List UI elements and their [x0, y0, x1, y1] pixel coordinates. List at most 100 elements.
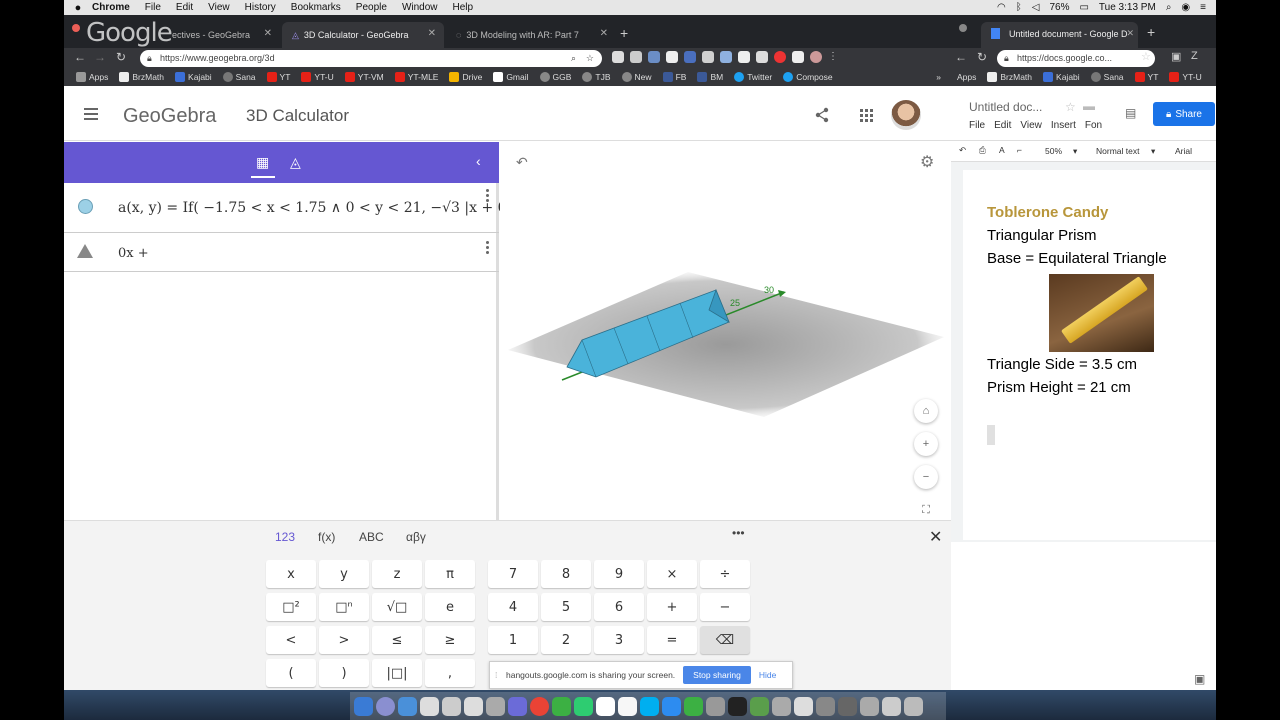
- doc-line[interactable]: Triangular Prism: [987, 227, 1096, 244]
- key-open-paren[interactable]: (: [266, 659, 316, 687]
- doc-line[interactable]: Triangle Side = 3.5 cm: [987, 356, 1137, 373]
- star-icon[interactable]: ☆: [586, 50, 594, 67]
- extension-icon[interactable]: [738, 51, 750, 63]
- chevron-down-icon[interactable]: ▾: [1073, 146, 1077, 157]
- close-icon[interactable]: ✕: [929, 527, 942, 547]
- bluetooth-icon[interactable]: ᛒ: [1016, 2, 1022, 13]
- menu-view[interactable]: View: [1020, 120, 1042, 131]
- bookmark-yt-vm[interactable]: YT-VM: [344, 72, 384, 82]
- calculator-icon[interactable]: ▦: [256, 154, 269, 171]
- kb-tab-123[interactable]: 123: [275, 530, 295, 544]
- share-button[interactable]: 🔒︎ Share: [1153, 102, 1215, 126]
- bookmark-drive[interactable]: Drive: [449, 72, 482, 82]
- app-icon[interactable]: [860, 696, 879, 716]
- kb-tab-fx[interactable]: f(x): [318, 530, 335, 544]
- document-title[interactable]: Untitled doc...: [969, 100, 1042, 114]
- key-comma[interactable]: ,: [425, 659, 475, 687]
- key-1[interactable]: 1: [488, 626, 538, 654]
- zoom-in-icon[interactable]: +: [914, 432, 938, 456]
- bookmark-yt-u[interactable]: YT-U: [1169, 72, 1202, 82]
- menu-kebab-icon[interactable]: ⋮: [828, 51, 840, 63]
- tools-icon[interactable]: ◬: [290, 154, 301, 171]
- menu-chrome[interactable]: Chrome: [92, 2, 130, 13]
- close-tab-icon[interactable]: ✕: [1126, 28, 1134, 39]
- drag-handle-icon[interactable]: ⁞: [495, 670, 497, 680]
- facetime-icon[interactable]: [574, 696, 593, 716]
- window-close-icon[interactable]: [72, 24, 80, 32]
- key-e[interactable]: e: [425, 593, 475, 621]
- wifi-icon[interactable]: ◠: [997, 2, 1006, 13]
- notification-icon[interactable]: ≡: [1200, 2, 1206, 13]
- comment-icon[interactable]: ▤: [1125, 106, 1136, 120]
- profile-icon[interactable]: [810, 51, 822, 63]
- key-times[interactable]: ×: [647, 560, 697, 588]
- app-icon[interactable]: [882, 696, 901, 716]
- kb-tab-greek[interactable]: αβγ: [406, 530, 426, 544]
- key-2[interactable]: 2: [541, 626, 591, 654]
- extension-icon[interactable]: [684, 51, 696, 63]
- style-select[interactable]: Normal text: [1096, 146, 1139, 156]
- undo-icon[interactable]: ↶: [959, 145, 966, 156]
- bookmark-brzmath[interactable]: BrzMath: [987, 72, 1032, 82]
- close-tab-icon[interactable]: ✕: [428, 28, 436, 39]
- messages-icon[interactable]: [552, 696, 571, 716]
- extension-icon[interactable]: [792, 51, 804, 63]
- key-pi[interactable]: π: [425, 560, 475, 588]
- star-icon[interactable]: ☆: [1065, 100, 1076, 114]
- algebra-input[interactable]: 0x +: [118, 246, 149, 261]
- bookmark-kajabi[interactable]: Kajabi: [175, 72, 212, 82]
- bookmark-gmail[interactable]: Gmail: [493, 72, 529, 82]
- key-4[interactable]: 4: [488, 593, 538, 621]
- backspace-icon[interactable]: ⌫: [700, 626, 750, 654]
- bookmark-brzmath[interactable]: BrzMath: [119, 72, 164, 82]
- extension-icon[interactable]: [666, 51, 678, 63]
- key-5[interactable]: 5: [541, 593, 591, 621]
- app-icon[interactable]: [442, 696, 461, 716]
- menu-help[interactable]: Help: [453, 2, 474, 13]
- siri-icon[interactable]: ◉: [1181, 2, 1190, 13]
- tab-3d-calculator[interactable]: ◬ 3D Calculator - GeoGebra ✕: [282, 22, 444, 48]
- key-geq[interactable]: ≥: [425, 626, 475, 654]
- avatar[interactable]: [891, 100, 921, 130]
- star-icon[interactable]: ☆: [1141, 50, 1151, 63]
- formula-a[interactable]: a(x, y) = If( −1.75 < x < 1.75 ∧ 0 < y <…: [118, 200, 500, 216]
- bookmark-sana[interactable]: Sana: [222, 72, 256, 82]
- bookmark-apps[interactable]: Apps: [76, 72, 108, 82]
- tab-3d-modeling[interactable]: ◌ 3D Modeling with AR: Part 7 ✕: [446, 22, 616, 48]
- key-6[interactable]: 6: [594, 593, 644, 621]
- stop-sharing-button[interactable]: Stop sharing: [683, 666, 751, 684]
- key-leq[interactable]: ≤: [372, 626, 422, 654]
- explore-icon[interactable]: ▣: [1194, 672, 1205, 686]
- algebra-entry-a[interactable]: a(x, y) = If( −1.75 < x < 1.75 ∧ 0 < y <…: [64, 183, 500, 233]
- home-icon[interactable]: ⌂: [914, 399, 938, 423]
- extension-icon[interactable]: Z: [1191, 50, 1198, 62]
- menu-people[interactable]: People: [356, 2, 387, 13]
- terminal-icon[interactable]: [728, 696, 747, 716]
- key-close-paren[interactable]: ): [319, 659, 369, 687]
- hamburger-menu-icon[interactable]: [84, 108, 98, 123]
- back-icon[interactable]: ←: [955, 50, 967, 64]
- document-page[interactable]: Toblerone Candy Triangular Prism Base = …: [963, 170, 1216, 540]
- app-icon[interactable]: [684, 696, 703, 716]
- key-plus[interactable]: +: [647, 593, 697, 621]
- bookmark-ggb[interactable]: GGB: [539, 72, 571, 82]
- clock[interactable]: Tue 3:13 PM: [1099, 2, 1156, 13]
- key-z[interactable]: z: [372, 560, 422, 588]
- entry-menu-icon[interactable]: [486, 189, 489, 204]
- zoom-select[interactable]: 50%: [1045, 146, 1062, 156]
- mail-icon[interactable]: [596, 696, 615, 716]
- share-icon[interactable]: [814, 107, 830, 123]
- app-icon[interactable]: [706, 696, 725, 716]
- key-minus[interactable]: −: [700, 593, 750, 621]
- toblerone-image[interactable]: [1049, 274, 1154, 352]
- siri-icon[interactable]: [376, 696, 395, 716]
- key-square[interactable]: □²: [266, 593, 316, 621]
- geogebra-icon[interactable]: [508, 696, 527, 716]
- app-icon[interactable]: [464, 696, 483, 716]
- bookmark-yt-mle[interactable]: YT-MLE: [394, 72, 438, 82]
- fullscreen-icon[interactable]: ⛶: [914, 498, 938, 522]
- address-bar[interactable]: 🔒︎ https://docs.google.co...: [997, 50, 1155, 67]
- extension-icon[interactable]: ▣: [1171, 50, 1181, 63]
- key-greater[interactable]: >: [319, 626, 369, 654]
- key-8[interactable]: 8: [541, 560, 591, 588]
